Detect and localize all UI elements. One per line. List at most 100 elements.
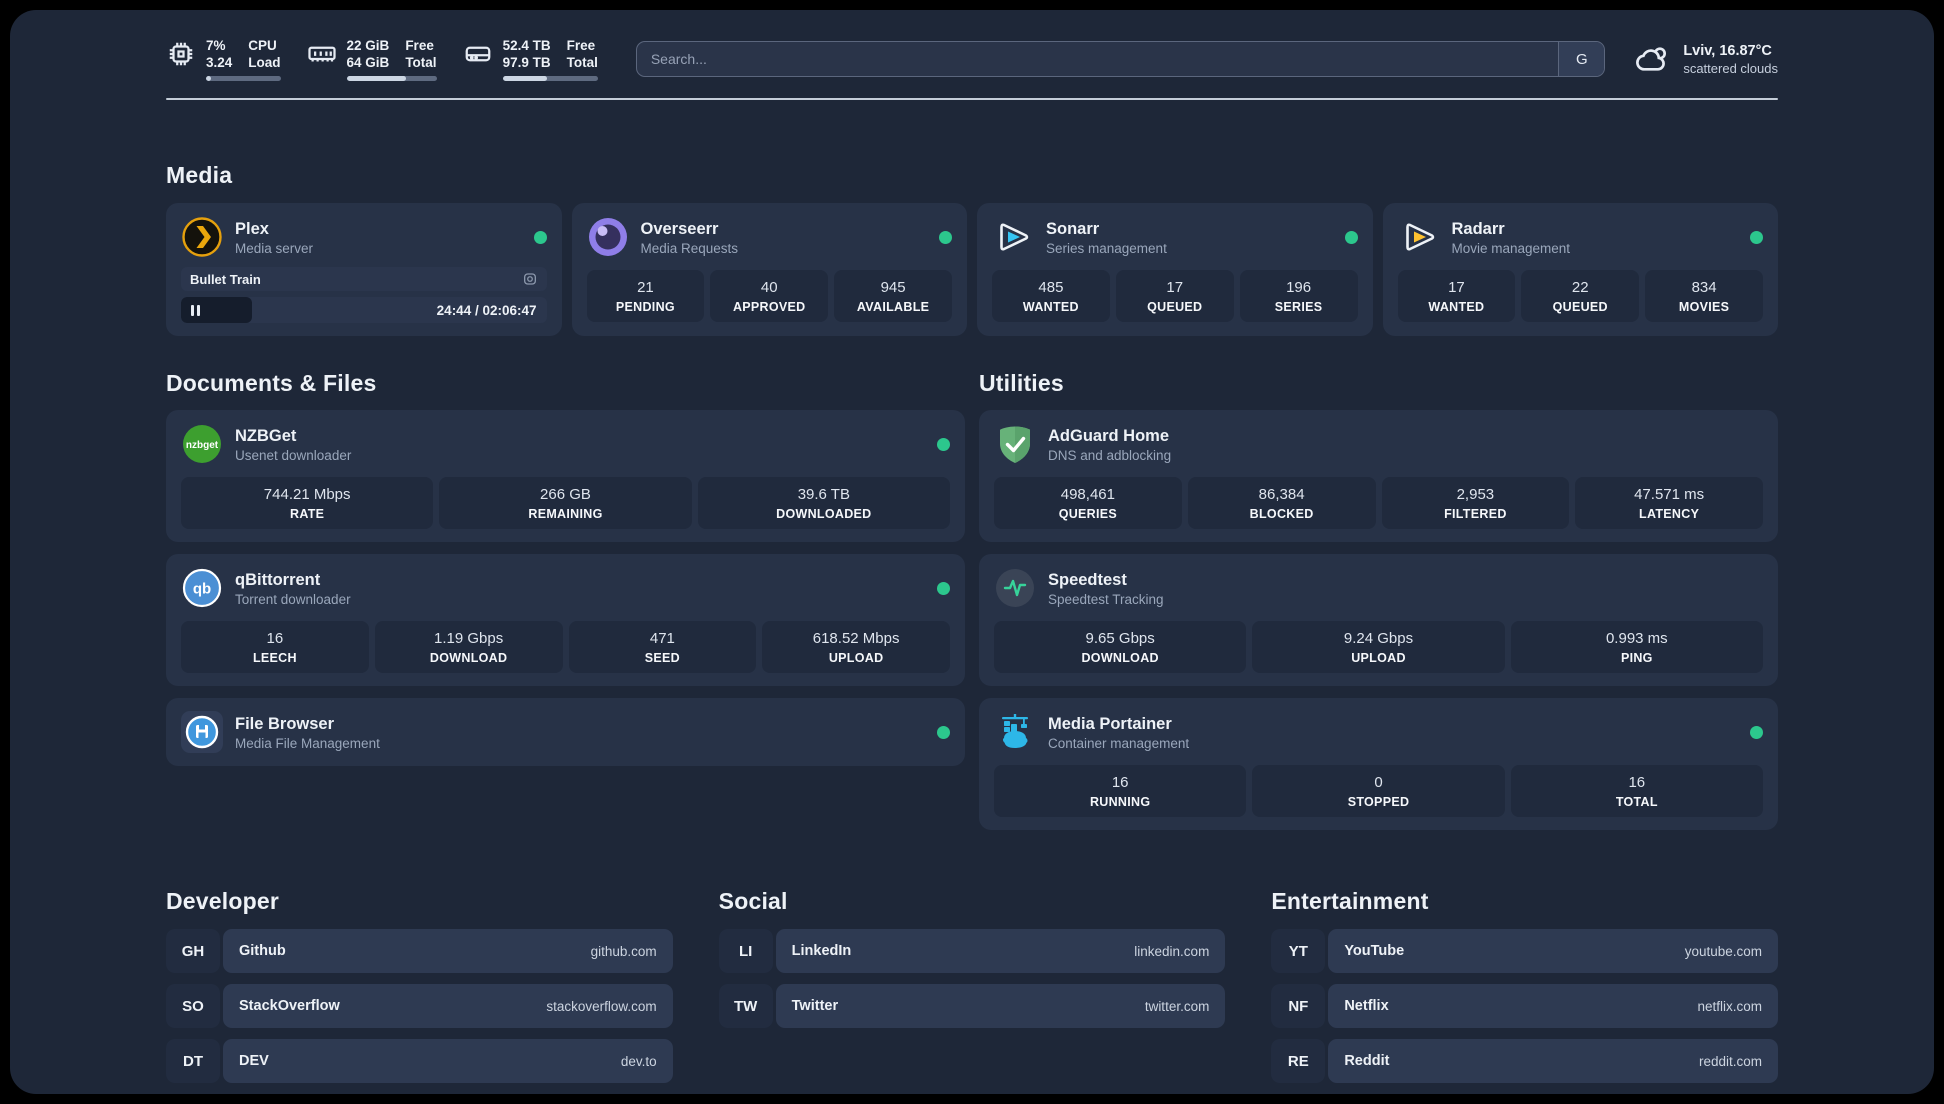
link-abbr: YT (1271, 929, 1326, 973)
stat-tile: 834 MOVIES (1645, 270, 1763, 322)
disk-total: 97.9 TB (502, 55, 551, 70)
link-name: Twitter (791, 998, 839, 1014)
search-engine-button[interactable]: G (1558, 42, 1605, 76)
entertainment-links: Entertainment YT YouTube youtube.com NF … (1271, 888, 1778, 1083)
stat-tile: 16 LEECH (181, 621, 369, 673)
search-bar: G (635, 41, 1606, 77)
player-time: 24:44 / 02:06:47 (436, 302, 537, 318)
developer-links: Developer GH Github github.com SO StackO… (166, 888, 673, 1083)
now-playing-title: Bullet Train (190, 271, 261, 287)
section-title-utilities: Utilities (979, 370, 1064, 396)
section-title-media: Media (166, 162, 233, 188)
app-description: DNS and adblocking (1048, 447, 1172, 463)
app-description: Usenet downloader (235, 447, 352, 463)
link-url: dev.to (620, 1053, 657, 1069)
utilities-column: Utilities AdGuard Home DNS and adblockin… (979, 370, 1778, 830)
link-github[interactable]: GH Github github.com (166, 929, 673, 973)
cpu-usage: 7% (206, 38, 226, 53)
app-description: Media server (235, 240, 314, 256)
link-abbr: NF (1271, 984, 1326, 1028)
now-playing-row: Bullet Train (181, 267, 547, 291)
link-url: youtube.com (1684, 943, 1762, 959)
stat-tile: 47.571 ms LATENCY (1575, 477, 1763, 529)
link-netflix[interactable]: NF Netflix netflix.com (1271, 984, 1778, 1028)
filebrowser-icon (181, 711, 223, 753)
disk-free: 52.4 TB (502, 38, 551, 53)
stat-tile: 9.65 Gbps DOWNLOAD (994, 621, 1247, 673)
cpu-load-label: Load (248, 55, 281, 70)
stat-tile: 618.52 Mbps UPLOAD (762, 621, 950, 673)
app-card-sonarr[interactable]: Sonarr Series management 485 WANTED 17 QUE… (977, 203, 1373, 336)
app-description: Media File Management (235, 735, 380, 751)
cpu-label: CPU (248, 38, 277, 53)
app-card-plex[interactable]: Plex Media server Bullet Train 24:44 / 0… (166, 203, 562, 336)
app-card-qbittorrent[interactable]: qb qBittorrent Torrent downloader 16 LEEC… (166, 554, 965, 686)
stat-tile: 744.21 Mbps RATE (181, 477, 434, 529)
section-title-social: Social (718, 888, 788, 914)
pause-icon[interactable] (191, 304, 200, 316)
weather-widget: Lviv, 16.87°C scattered clouds (1633, 40, 1778, 78)
memory-total: 64 GiB (346, 55, 390, 70)
plex-icon (181, 216, 223, 258)
memory-free: 22 GiB (346, 38, 390, 53)
link-url: netflix.com (1697, 998, 1762, 1014)
section-title-entertainment: Entertainment (1271, 888, 1429, 914)
link-dev-to[interactable]: DT DEV dev.to (166, 1039, 673, 1083)
link-url: reddit.com (1698, 1053, 1762, 1069)
disk-progress-bar (502, 76, 598, 81)
link-abbr: LI (718, 929, 773, 973)
stat-tile: 266 GB REMAINING (439, 477, 692, 529)
radarr-icon (1398, 216, 1440, 258)
app-card-overseerr[interactable]: Overseerr Media Requests 21 PENDING 40 APP… (571, 203, 967, 336)
app-card-filebrowser[interactable]: File Browser Media File Management (166, 698, 965, 766)
app-description: Media Requests (640, 240, 739, 256)
section-title-documents: Documents & Files (166, 370, 377, 396)
memory-progress-bar (346, 76, 437, 81)
stat-tile: 2,953 FILTERED (1381, 477, 1570, 529)
app-card-speedtest[interactable]: Speedtest Speedtest Tracking 9.65 Gbps DO… (979, 554, 1778, 686)
link-youtube[interactable]: YT YouTube youtube.com (1271, 929, 1778, 973)
stat-tile: 16 TOTAL (1510, 765, 1763, 817)
app-card-radarr[interactable]: Radarr Movie management 17 WANTED 22 QUEUE… (1382, 203, 1778, 336)
stat-tile: 22 QUEUED (1521, 270, 1640, 322)
link-name: StackOverflow (239, 998, 340, 1014)
player-progress-row[interactable]: 24:44 / 02:06:47 (181, 297, 547, 323)
app-name: Media Portainer (1048, 714, 1172, 733)
disk-stat: 52.4 TB 97.9 TB Free Total (463, 37, 598, 81)
system-stats: 7% 3.24 CPU Load 22 GiB 64 GiB Free Tota… (166, 37, 598, 81)
app-name: NZBGet (235, 426, 297, 445)
weather-condition: scattered clouds (1683, 60, 1778, 76)
link-abbr: RE (1271, 1039, 1326, 1083)
app-name: File Browser (235, 714, 335, 733)
scattered-clouds-icon (1636, 47, 1667, 71)
social-links: Social LI LinkedIn linkedin.com TW Twitt… (718, 888, 1226, 1028)
link-abbr: TW (718, 984, 773, 1028)
app-name: AdGuard Home (1048, 426, 1170, 445)
link-url: github.com (590, 943, 657, 959)
stat-tile: 945 AVAILABLE (834, 270, 952, 322)
stat-tile: 17 QUEUED (1115, 270, 1234, 322)
search-input[interactable] (636, 42, 1559, 76)
app-name: Radarr (1451, 219, 1505, 238)
status-online-dot (937, 725, 950, 739)
link-abbr: GH (166, 929, 220, 973)
app-card-portainer[interactable]: Media Portainer Container management 16 R… (979, 698, 1778, 830)
link-stackoverflow[interactable]: SO StackOverflow stackoverflow.com (166, 984, 673, 1028)
link-twitter[interactable]: TW Twitter twitter.com (718, 984, 1226, 1028)
status-online-dot (937, 437, 950, 451)
section-title-developer: Developer (166, 888, 280, 914)
link-reddit[interactable]: RE Reddit reddit.com (1271, 1039, 1778, 1083)
qbittorrent-icon: qb (181, 567, 223, 609)
link-linkedin[interactable]: LI LinkedIn linkedin.com (718, 929, 1226, 973)
app-card-nzbget[interactable]: nzbget NZBGet Usenet downloader 744.21 M… (166, 410, 965, 542)
app-name: Overseerr (640, 219, 719, 238)
app-card-adguard[interactable]: AdGuard Home DNS and adblocking 498,461 Q… (979, 410, 1778, 542)
memory-total-label: Total (405, 55, 437, 70)
status-online-dot (939, 230, 952, 244)
stat-tile: 9.24 Gbps UPLOAD (1252, 621, 1505, 673)
stat-tile: 0.993 ms PING (1510, 621, 1763, 673)
link-name: DEV (239, 1053, 269, 1069)
link-url: twitter.com (1144, 998, 1210, 1014)
status-online-dot (1750, 230, 1763, 244)
status-online-dot (1750, 725, 1763, 739)
